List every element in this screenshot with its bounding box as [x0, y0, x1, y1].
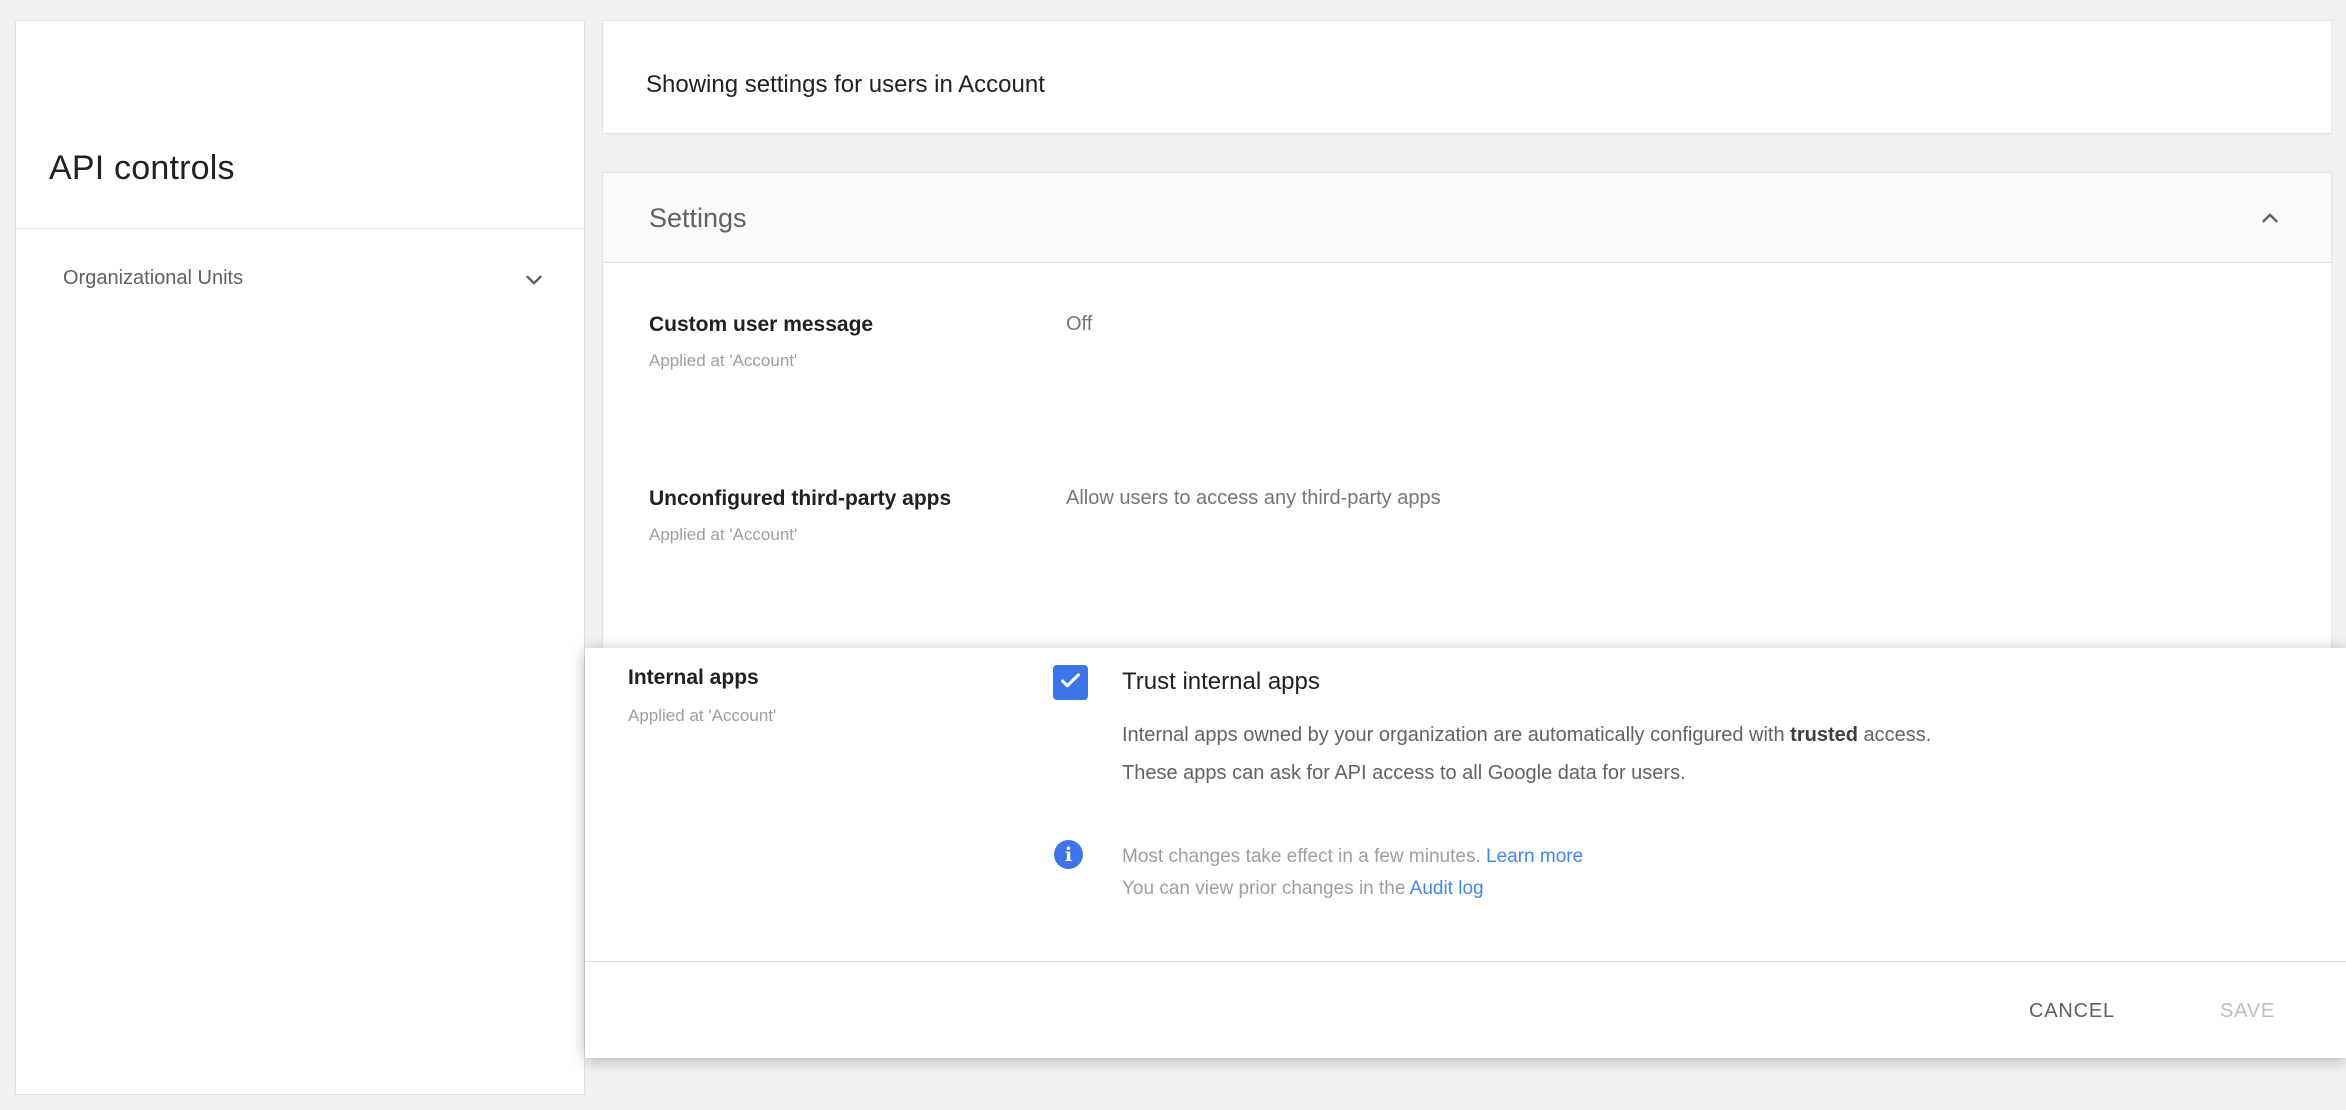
chevron-up-icon[interactable]: [2257, 205, 2283, 231]
learn-more-link[interactable]: Learn more: [1486, 846, 1583, 867]
setting-value: Off: [1066, 313, 1093, 335]
setting-label: Custom user message: [649, 313, 874, 336]
setting-applied-at: Applied at 'Account': [628, 706, 777, 725]
api-controls-page: API controls Organizational Units Showin…: [0, 0, 2346, 1110]
setting-row-custom-user-message[interactable]: Custom user message Applied at 'Account'…: [649, 312, 2321, 371]
chevron-down-icon: [521, 267, 547, 293]
settings-card: Settings Custom user message Applied at …: [602, 172, 2332, 712]
info-icon: i: [1054, 840, 1083, 869]
setting-description: Internal apps owned by your organization…: [1122, 716, 1931, 792]
settings-section-title: Settings: [649, 203, 747, 233]
description-line-1: Internal apps owned by your organization…: [1122, 724, 1932, 746]
sidebar-item-organizational-units[interactable]: Organizational Units: [16, 249, 584, 313]
setting-applied-at: Applied at 'Account': [649, 351, 798, 370]
divider: [16, 228, 584, 229]
description-line-2: These apps can ask for API access to all…: [1122, 762, 1686, 784]
settings-section-header[interactable]: Settings: [603, 173, 2331, 263]
trust-internal-apps-label[interactable]: Trust internal apps: [1122, 668, 1320, 696]
scope-header-card: Showing settings for users in Account: [602, 20, 2332, 134]
page-title: API controls: [49, 149, 235, 187]
trust-internal-apps-checkbox[interactable]: [1053, 665, 1088, 700]
description-bold: trusted: [1790, 724, 1858, 746]
sidebar-item-label: Organizational Units: [63, 267, 244, 289]
audit-log-link[interactable]: Audit log: [1410, 878, 1484, 899]
setting-row-unconfigured-third-party-apps[interactable]: Unconfigured third-party apps Applied at…: [649, 486, 2321, 545]
internal-apps-edit-panel: Internal apps Applied at 'Account' Trust…: [585, 648, 2346, 1058]
editor-footer: CANCEL SAVE: [585, 961, 2346, 1058]
setting-value: Allow users to access any third-party ap…: [1066, 487, 1441, 509]
save-button[interactable]: SAVE: [2210, 994, 2285, 1029]
scope-text: Showing settings for users in Account: [646, 71, 1045, 98]
cancel-button[interactable]: CANCEL: [2019, 994, 2125, 1029]
change-propagation-note: Most changes take effect in a few minute…: [1122, 841, 1583, 905]
checkmark-icon: [1057, 667, 1084, 699]
sidebar-panel: API controls Organizational Units: [15, 20, 585, 1095]
setting-label: Unconfigured third-party apps: [649, 487, 952, 510]
setting-label: Internal apps: [628, 666, 759, 689]
note-line-2: You can view prior changes in the Audit …: [1122, 878, 1484, 899]
note-line-1: Most changes take effect in a few minute…: [1122, 846, 1584, 867]
setting-applied-at: Applied at 'Account': [649, 525, 798, 544]
